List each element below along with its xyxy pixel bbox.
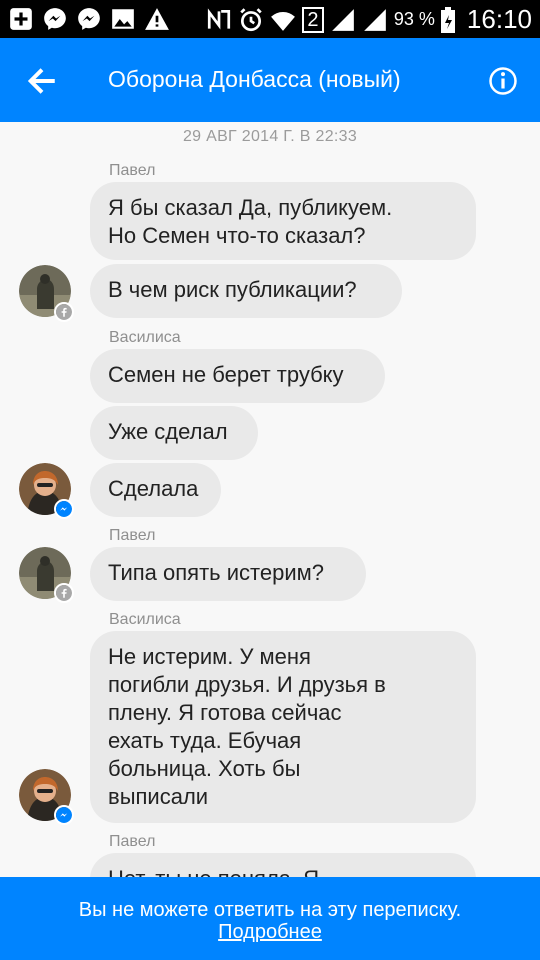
message-list[interactable]: 29 АВГ 2014 Г. В 22:33 Павел Я бы сказал… (0, 122, 540, 877)
alarm-icon (240, 7, 262, 31)
system-icons: 2 93 % 16:10 (206, 4, 532, 35)
signal-icon (364, 8, 386, 31)
message-bubble[interactable]: Типа опять истерим? (90, 547, 366, 601)
image-icon (112, 9, 134, 29)
cannot-reply-text: Вы не можете ответить на эту переписку. (78, 899, 462, 921)
sender-name: Василиса (109, 611, 181, 628)
plus-box-icon (10, 8, 32, 30)
signal-icon (332, 8, 354, 31)
message-bubble[interactable]: Семен не берет трубку (90, 349, 385, 403)
notification-icons (8, 6, 170, 32)
message-bubble[interactable]: В чем риск публикации? (90, 264, 402, 318)
sender-name: Павел (109, 162, 156, 179)
sender-name: Павел (109, 833, 156, 850)
wifi-icon (270, 11, 295, 31)
message-bubble[interactable]: Уже сделал (90, 406, 258, 460)
cannot-reply-banner: Вы не можете ответить на эту переписку. … (0, 877, 540, 960)
messenger-badge-icon (54, 499, 74, 519)
conversation-title: Оборона Донбасса (новый) (108, 66, 401, 92)
learn-more-link[interactable]: Подробнее (0, 921, 540, 944)
status-bar: 2 93 % 16:10 (0, 0, 540, 38)
clock: 16:10 (466, 4, 532, 34)
sim-2-icon: 2 (301, 6, 324, 33)
nfc-icon (207, 7, 230, 29)
date-divider: 29 АВГ 2014 Г. В 22:33 (182, 128, 358, 145)
info-icon[interactable] (488, 66, 518, 96)
arrow-left-icon[interactable] (24, 64, 60, 98)
messenger-badge-icon (54, 805, 74, 825)
message-bubble[interactable]: Сделала (90, 463, 221, 517)
app-bar: Оборона Донбасса (новый) (0, 38, 540, 122)
sender-name: Василиса (109, 329, 181, 346)
battery-icon (440, 6, 455, 33)
facebook-badge-icon (54, 583, 74, 603)
messenger-icon (44, 8, 66, 30)
message-bubble[interactable]: Нет, ты не поняла. Я (90, 853, 476, 877)
message-bubble[interactable]: Не истерим. У меня погибли друзья. И дру… (90, 631, 476, 823)
facebook-badge-icon (54, 302, 74, 322)
sender-name: Павел (109, 527, 156, 544)
warning-icon (145, 8, 169, 30)
battery-percent: 93 % (393, 9, 435, 29)
message-bubble[interactable]: Я бы сказал Да, публикуем. Но Семен что-… (90, 182, 476, 260)
messenger-icon (78, 8, 100, 30)
